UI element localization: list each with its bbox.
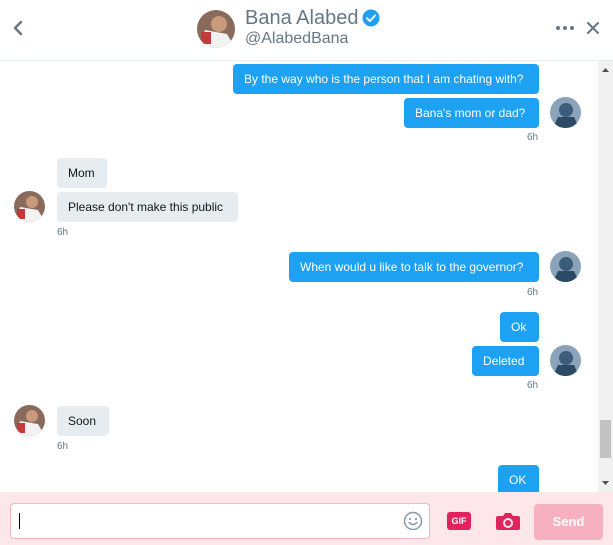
close-button[interactable] <box>585 19 601 37</box>
close-icon <box>587 22 599 34</box>
message-timestamp: 6h <box>57 441 69 452</box>
more-dots-icon <box>556 26 574 30</box>
message-bubble-outgoing[interactable]: By the way who is the person that I am c… <box>233 64 539 94</box>
add-photo-button[interactable] <box>495 510 521 532</box>
message-timestamp: 6h <box>527 132 539 143</box>
message-list[interactable]: By the way who is the person that I am c… <box>0 61 598 492</box>
message-timestamp: 6h <box>57 227 69 238</box>
triangle-up-icon <box>602 68 609 72</box>
message-bubble-outgoing[interactable]: When would u like to talk to the governo… <box>289 252 539 282</box>
header-name[interactable]: Bana Alabed <box>245 7 358 30</box>
message-timestamp: 6h <box>527 380 539 391</box>
conversation-header: Bana Alabed @AlabedBana <box>0 0 613 61</box>
message-bubble-outgoing[interactable]: OK <box>498 465 539 492</box>
camera-icon <box>496 513 520 530</box>
avatar[interactable] <box>550 251 581 282</box>
gif-button[interactable]: GIF <box>447 512 471 530</box>
triangle-down-icon <box>602 481 609 485</box>
message-bubble-incoming[interactable]: Soon <box>57 406 109 436</box>
emoji-button[interactable] <box>403 511 423 531</box>
more-options-button[interactable] <box>555 20 575 36</box>
chevron-left-icon <box>13 20 23 36</box>
scroll-up-button[interactable] <box>598 63 613 77</box>
scroll-down-button[interactable] <box>598 476 613 490</box>
header-avatar[interactable] <box>197 10 235 48</box>
message-timestamp: 6h <box>527 287 539 298</box>
smiley-icon <box>403 511 423 531</box>
scrollbar[interactable] <box>598 61 613 492</box>
message-input[interactable] <box>10 503 430 539</box>
avatar[interactable] <box>550 97 581 128</box>
message-bubble-outgoing[interactable]: Ok <box>500 312 539 342</box>
text-caret <box>19 513 20 529</box>
back-button[interactable] <box>8 16 30 40</box>
avatar[interactable] <box>14 405 45 436</box>
avatar[interactable] <box>550 345 581 376</box>
scrollbar-thumb[interactable] <box>600 420 611 458</box>
message-bubble-incoming[interactable]: Mom <box>57 158 107 188</box>
verified-badge-icon <box>362 9 380 27</box>
avatar[interactable] <box>14 191 45 222</box>
send-button[interactable]: Send <box>534 504 603 540</box>
header-handle[interactable]: @AlabedBana <box>245 30 348 48</box>
gif-icon: GIF <box>451 516 467 526</box>
message-composer: GIF Send <box>0 492 613 545</box>
message-bubble-outgoing[interactable]: Deleted <box>472 346 539 376</box>
message-bubble-outgoing[interactable]: Bana's mom or dad? <box>404 98 539 128</box>
message-bubble-incoming[interactable]: Please don't make this public <box>57 192 238 222</box>
